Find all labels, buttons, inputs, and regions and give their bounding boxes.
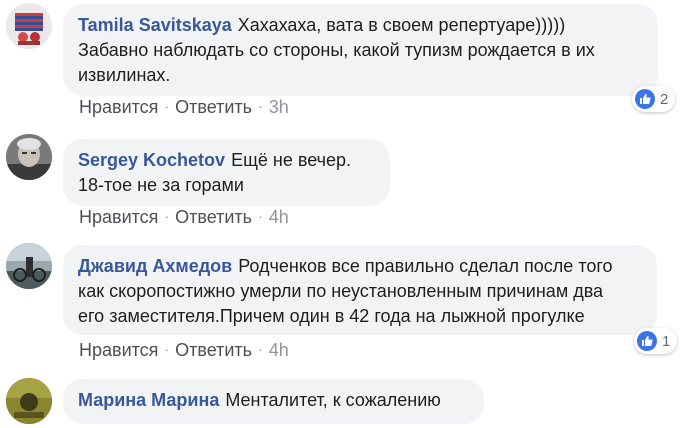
- comment-actions: Нравится · Ответить · 4h: [79, 207, 289, 228]
- comment-text-line: Хахахаха, вата в своем репертуаре))))): [237, 15, 566, 35]
- comment-actions: Нравится · Ответить · 3h: [79, 97, 289, 118]
- timestamp[interactable]: 4h: [269, 340, 289, 360]
- separator-dot: ·: [164, 208, 170, 224]
- reaction-count[interactable]: 1: [634, 328, 678, 354]
- reaction-number: 1: [662, 332, 671, 350]
- reply-link[interactable]: Ответить: [175, 97, 252, 117]
- avatar-marina[interactable]: [6, 378, 52, 424]
- comment-text-line: его заместителя.Причем один в 42 года на…: [78, 306, 585, 326]
- avatar-tamila[interactable]: [6, 3, 52, 49]
- comment-actions: Нравится · Ответить · 4h: [79, 340, 289, 361]
- reaction-number: 2: [660, 90, 669, 108]
- timestamp[interactable]: 3h: [269, 97, 289, 117]
- comment-text-line: Забавно наблюдать со стороны, какой тупи…: [78, 40, 595, 60]
- reply-link[interactable]: Ответить: [175, 340, 252, 360]
- comment-text-line: 18-тое не за горами: [78, 175, 244, 195]
- comment-bubble: Джавид Ахмедов Родченков все правильно сд…: [63, 245, 657, 335]
- comment-author[interactable]: Марина Марина: [78, 390, 219, 410]
- reply-link[interactable]: Ответить: [175, 207, 252, 227]
- comment-author[interactable]: Sergey Kochetov: [78, 150, 225, 170]
- comment-text-line: Менталитет, к сожалению: [225, 390, 441, 410]
- comment-bubble: Sergey Kochetov Ещё не вечер. 18-тое не з…: [63, 139, 390, 206]
- separator-dot: ·: [164, 341, 170, 357]
- like-link[interactable]: Нравится: [79, 97, 158, 117]
- thumbs-up-icon: [635, 89, 655, 109]
- avatar-dzhavid[interactable]: [6, 243, 52, 289]
- avatar-sergey[interactable]: [6, 134, 52, 180]
- comment-text-line: извилинах.: [78, 65, 171, 85]
- comment-bubble: Марина Марина Менталитет, к сожалению: [63, 379, 484, 424]
- comment-text-line: как скоропостижно умерли по неустановлен…: [78, 281, 604, 301]
- reaction-count[interactable]: 2: [632, 86, 676, 112]
- thumbs-up-icon: [637, 331, 657, 351]
- like-link[interactable]: Нравится: [79, 207, 158, 227]
- comment-author[interactable]: Tamila Savitskaya: [78, 15, 232, 35]
- comment-text-line: Ещё не вечер.: [231, 150, 352, 170]
- separator-dot: ·: [258, 341, 263, 357]
- like-link[interactable]: Нравится: [79, 340, 158, 360]
- separator-dot: ·: [258, 98, 263, 114]
- comment-text-line: Родченков все правильно сделал после тог…: [238, 256, 613, 276]
- comment-bubble: Tamila Savitskaya Хахахаха, вата в своем …: [63, 4, 658, 96]
- timestamp[interactable]: 4h: [269, 207, 289, 227]
- comment-author[interactable]: Джавид Ахмедов: [78, 256, 232, 276]
- separator-dot: ·: [258, 208, 263, 224]
- separator-dot: ·: [164, 98, 170, 114]
